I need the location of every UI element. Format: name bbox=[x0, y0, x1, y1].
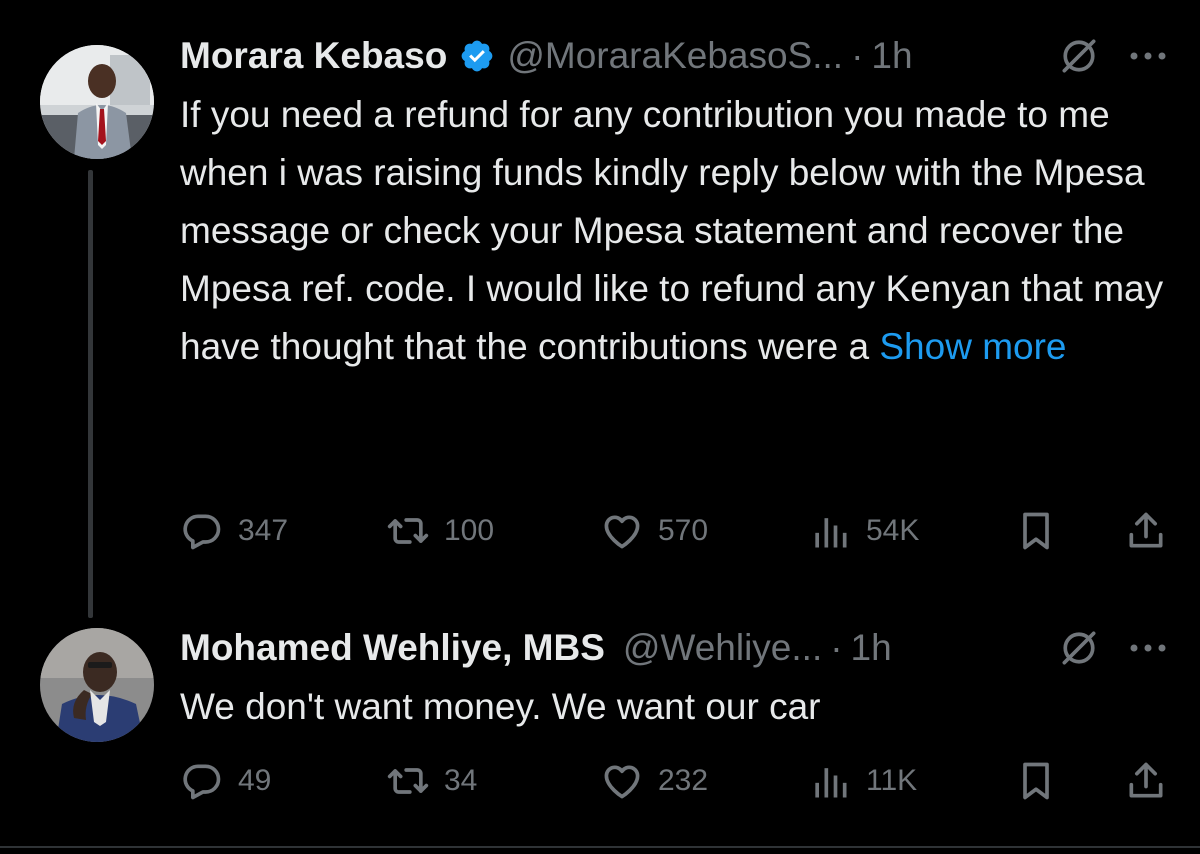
bookmark-button[interactable] bbox=[1014, 506, 1058, 556]
share-icon bbox=[1129, 512, 1163, 548]
separator-dot: · bbox=[830, 627, 843, 668]
heart-icon bbox=[604, 515, 640, 549]
bookmark-button[interactable] bbox=[1014, 756, 1058, 806]
tweet-header: Mohamed Wehliye, MBS @Wehliye... · 1h bbox=[180, 618, 892, 678]
more-icon[interactable] bbox=[1128, 642, 1168, 654]
reply-icon bbox=[183, 514, 221, 550]
avatar-image bbox=[40, 628, 154, 742]
share-button[interactable] bbox=[1124, 756, 1168, 806]
bookmark-icon bbox=[1023, 512, 1049, 550]
show-more-link[interactable]: Show more bbox=[879, 326, 1066, 367]
like-button[interactable]: 232 bbox=[600, 756, 708, 806]
tweet-reply[interactable]: Mohamed Wehliye, MBS @Wehliye... · 1h We… bbox=[0, 600, 1200, 846]
grok-icon[interactable] bbox=[1057, 34, 1101, 78]
views-icon bbox=[815, 518, 847, 548]
grok-icon[interactable] bbox=[1057, 626, 1101, 670]
heart-icon bbox=[604, 765, 640, 799]
views-count: 54K bbox=[866, 514, 920, 547]
verified-badge-icon bbox=[461, 40, 493, 72]
reply-icon bbox=[183, 764, 221, 800]
reply-count: 347 bbox=[238, 514, 289, 547]
reply-button[interactable]: 49 bbox=[180, 756, 271, 806]
tweet-main[interactable]: Morara Kebaso @MoraraKebasoS... · 1h If … bbox=[0, 0, 1200, 600]
bottom-divider bbox=[0, 846, 1200, 848]
share-button[interactable] bbox=[1124, 506, 1168, 556]
timestamp[interactable]: 1h bbox=[851, 627, 892, 669]
reply-count: 49 bbox=[238, 764, 272, 797]
tweet-text-content: We don't want money. We want our car bbox=[180, 686, 821, 727]
repost-count: 34 bbox=[444, 764, 478, 797]
views-count: 11K bbox=[866, 764, 918, 797]
views-button[interactable]: 11K bbox=[808, 756, 917, 806]
tweet-header: Morara Kebaso @MoraraKebasoS... · 1h bbox=[180, 26, 913, 86]
repost-count: 100 bbox=[444, 514, 495, 547]
author-name[interactable]: Morara Kebaso bbox=[180, 35, 447, 77]
reply-button[interactable]: 347 bbox=[180, 506, 288, 556]
separator-dot: · bbox=[851, 35, 864, 76]
like-count: 570 bbox=[658, 514, 709, 547]
repost-icon bbox=[387, 518, 429, 544]
more-icon[interactable] bbox=[1128, 50, 1168, 62]
tweet-actions: 49 34 232 11K bbox=[180, 756, 1170, 806]
tweet-text: We don't want money. We want our car bbox=[180, 678, 1170, 736]
bookmark-icon bbox=[1023, 762, 1049, 800]
avatar-mohamed-wehliye[interactable] bbox=[40, 628, 154, 742]
views-icon bbox=[815, 768, 847, 798]
views-button[interactable]: 54K bbox=[808, 506, 919, 556]
repost-button[interactable]: 34 bbox=[386, 756, 477, 806]
tweet-text: If you need a refund for any contributio… bbox=[180, 86, 1170, 376]
tweet-actions: 347 100 570 54K bbox=[180, 506, 1170, 556]
repost-button[interactable]: 100 bbox=[386, 506, 494, 556]
like-count: 232 bbox=[658, 764, 709, 797]
author-handle[interactable]: @MoraraKebasoS... bbox=[507, 35, 843, 77]
avatar-morara-kebaso[interactable] bbox=[40, 45, 154, 159]
author-name[interactable]: Mohamed Wehliye, MBS bbox=[180, 627, 605, 669]
timestamp[interactable]: 1h bbox=[871, 35, 912, 77]
author-handle[interactable]: @Wehliye... bbox=[623, 627, 822, 669]
avatar-image bbox=[40, 45, 154, 159]
share-icon bbox=[1129, 762, 1163, 798]
repost-icon bbox=[387, 768, 429, 794]
like-button[interactable]: 570 bbox=[600, 506, 708, 556]
